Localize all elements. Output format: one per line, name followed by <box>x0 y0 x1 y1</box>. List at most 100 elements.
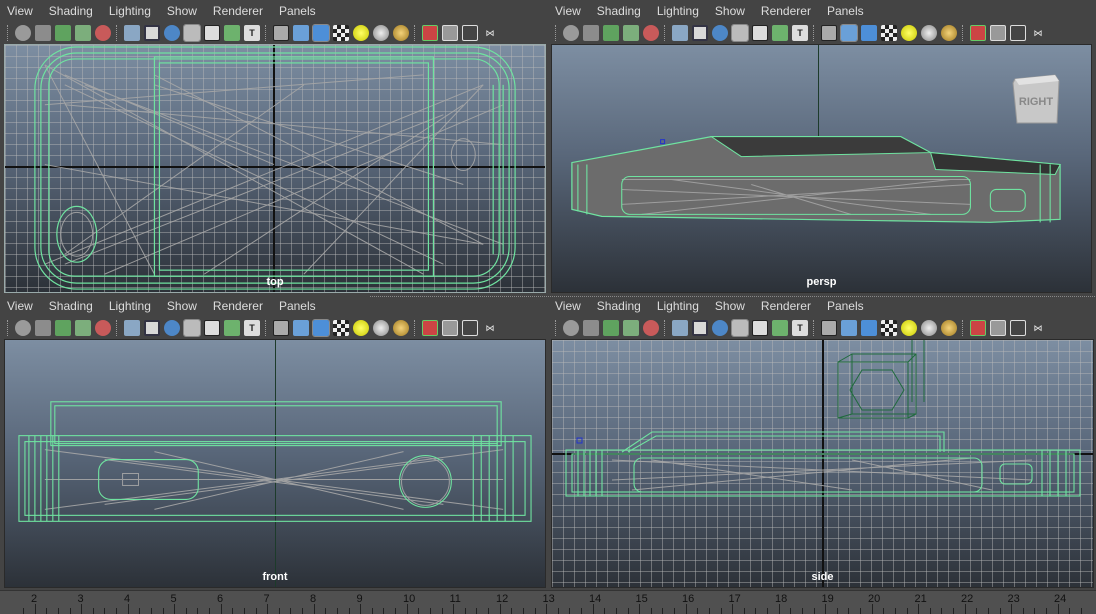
menu-show[interactable]: Show <box>715 4 745 18</box>
camera-attributes-icon[interactable] <box>583 25 599 41</box>
viewport-panel-front[interactable]: View Shading Lighting Show Renderer Pane… <box>0 295 548 590</box>
menu-renderer[interactable]: Renderer <box>761 299 811 313</box>
checker-icon[interactable] <box>333 320 349 336</box>
safe-action-icon[interactable] <box>752 320 768 336</box>
checker-icon[interactable] <box>333 25 349 41</box>
shadows-icon[interactable] <box>373 25 389 41</box>
resolution-gate-icon[interactable] <box>164 25 180 41</box>
grid-icon[interactable] <box>124 320 140 336</box>
bookmark-icon[interactable] <box>55 25 71 41</box>
menu-lighting[interactable]: Lighting <box>109 4 151 18</box>
screen-space-ao-icon[interactable] <box>941 320 957 336</box>
textured-icon[interactable] <box>861 320 877 336</box>
use-lights-icon[interactable] <box>353 320 369 336</box>
text-icon[interactable]: T <box>792 25 808 41</box>
camera-attributes-icon[interactable] <box>583 320 599 336</box>
field-chart-icon[interactable] <box>731 24 749 42</box>
xray-icon[interactable] <box>442 320 458 336</box>
bookmark-icon[interactable] <box>55 320 71 336</box>
bookmark-icon[interactable] <box>603 320 619 336</box>
xray-icon[interactable] <box>990 25 1006 41</box>
menu-show[interactable]: Show <box>167 4 197 18</box>
bookmark-icon[interactable] <box>603 25 619 41</box>
smooth-shade-icon[interactable] <box>841 320 857 336</box>
safe-action-icon[interactable] <box>204 25 220 41</box>
use-lights-icon[interactable] <box>353 25 369 41</box>
xray-joints-icon[interactable] <box>1010 25 1026 41</box>
viewport-panel-side[interactable]: View Shading Lighting Show Renderer Pane… <box>548 295 1096 590</box>
viewport-top[interactable]: top <box>4 44 546 293</box>
text-icon[interactable]: T <box>792 320 808 336</box>
menu-renderer[interactable]: Renderer <box>213 299 263 313</box>
2d-pan-zoom-icon[interactable] <box>95 320 111 336</box>
xray-components-icon[interactable]: ⋈ <box>482 320 498 336</box>
menu-view[interactable]: View <box>7 4 33 18</box>
camera-attributes-icon[interactable] <box>35 320 51 336</box>
use-lights-icon[interactable] <box>901 320 917 336</box>
xray-components-icon[interactable]: ⋈ <box>1030 25 1046 41</box>
xray-icon[interactable] <box>442 25 458 41</box>
2d-pan-zoom-icon[interactable] <box>643 25 659 41</box>
grid-icon[interactable] <box>124 25 140 41</box>
shadows-icon[interactable] <box>921 320 937 336</box>
field-chart-icon[interactable] <box>731 319 749 337</box>
film-gate-icon[interactable] <box>144 25 160 41</box>
menu-lighting[interactable]: Lighting <box>109 299 151 313</box>
menu-renderer[interactable]: Renderer <box>761 4 811 18</box>
safe-action-icon[interactable] <box>752 25 768 41</box>
wireframe-icon[interactable] <box>821 25 837 41</box>
menu-show[interactable]: Show <box>167 299 197 313</box>
menu-shading[interactable]: Shading <box>597 299 641 313</box>
wireframe-icon[interactable] <box>273 320 289 336</box>
checker-icon[interactable] <box>881 25 897 41</box>
xray-joints-icon[interactable] <box>462 25 478 41</box>
menu-renderer[interactable]: Renderer <box>213 4 263 18</box>
menu-panels[interactable]: Panels <box>827 4 864 18</box>
smooth-shade-icon[interactable] <box>293 25 309 41</box>
xray-joints-icon[interactable] <box>462 320 478 336</box>
screen-space-ao-icon[interactable] <box>941 25 957 41</box>
xray-components-icon[interactable]: ⋈ <box>1030 320 1046 336</box>
film-gate-icon[interactable] <box>144 320 160 336</box>
viewcube[interactable]: RIGHT <box>1011 73 1061 127</box>
menu-lighting[interactable]: Lighting <box>657 4 699 18</box>
isolate-select-icon[interactable] <box>970 25 986 41</box>
safe-title-icon[interactable] <box>772 320 788 336</box>
safe-action-icon[interactable] <box>204 320 220 336</box>
select-camera-icon[interactable] <box>15 25 31 41</box>
isolate-select-icon[interactable] <box>970 320 986 336</box>
isolate-select-icon[interactable] <box>422 320 438 336</box>
viewport-panel-persp[interactable]: View Shading Lighting Show Renderer Pane… <box>548 0 1096 295</box>
screen-space-ao-icon[interactable] <box>393 320 409 336</box>
image-plane-icon[interactable] <box>623 320 639 336</box>
menu-panels[interactable]: Panels <box>279 4 316 18</box>
smooth-shade-icon[interactable] <box>840 24 858 42</box>
safe-title-icon[interactable] <box>224 320 240 336</box>
viewport-panel-top[interactable]: View Shading Lighting Show Renderer Pane… <box>0 0 548 295</box>
resolution-gate-icon[interactable] <box>712 320 728 336</box>
image-plane-icon[interactable] <box>75 25 91 41</box>
shadows-icon[interactable] <box>373 320 389 336</box>
isolate-select-icon[interactable] <box>422 25 438 41</box>
field-chart-icon[interactable] <box>183 319 201 337</box>
viewport-front[interactable]: front <box>4 339 546 588</box>
viewport-side[interactable]: side <box>551 339 1094 588</box>
film-gate-icon[interactable] <box>692 25 708 41</box>
text-icon[interactable]: T <box>244 25 260 41</box>
select-camera-icon[interactable] <box>15 320 31 336</box>
2d-pan-zoom-icon[interactable] <box>643 320 659 336</box>
smooth-shade-icon[interactable] <box>293 320 309 336</box>
xray-joints-icon[interactable] <box>1010 320 1026 336</box>
select-camera-icon[interactable] <box>563 320 579 336</box>
menu-show[interactable]: Show <box>715 299 745 313</box>
grid-icon[interactable] <box>672 25 688 41</box>
resolution-gate-icon[interactable] <box>712 25 728 41</box>
text-icon[interactable]: T <box>244 320 260 336</box>
grid-icon[interactable] <box>672 320 688 336</box>
menu-shading[interactable]: Shading <box>597 4 641 18</box>
menu-lighting[interactable]: Lighting <box>657 299 699 313</box>
viewport-persp[interactable]: RIGHT persp <box>551 44 1092 293</box>
safe-title-icon[interactable] <box>224 25 240 41</box>
safe-title-icon[interactable] <box>772 25 788 41</box>
camera-attributes-icon[interactable] <box>35 25 51 41</box>
